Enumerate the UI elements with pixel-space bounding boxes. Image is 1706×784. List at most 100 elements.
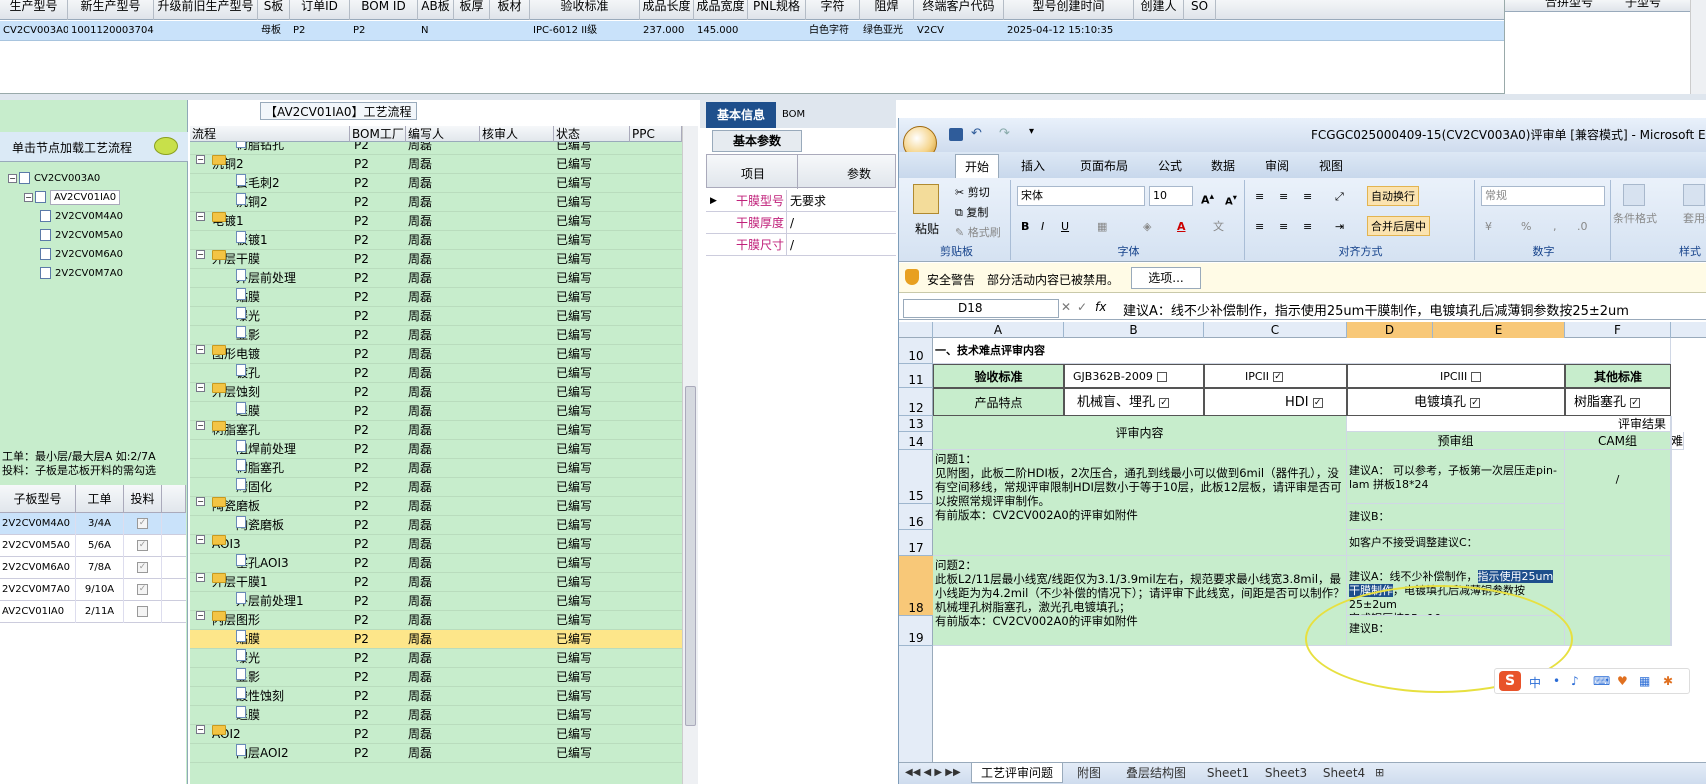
col-header[interactable]: PNL规格 xyxy=(748,0,806,20)
collapse-icon[interactable]: − xyxy=(8,173,17,183)
collapse-icon[interactable]: − xyxy=(196,421,205,430)
std-gjb[interactable]: GJB362B-2009 xyxy=(1064,364,1204,388)
answer-1-cam[interactable]: / xyxy=(1565,450,1671,556)
tree-node[interactable]: − AV2CV01IA0 xyxy=(24,189,121,206)
col-header[interactable]: BOM ID xyxy=(350,0,418,20)
wrap-text-button[interactable]: 自动换行 xyxy=(1367,186,1419,206)
keyboard-icon[interactable]: ⌨ xyxy=(1593,674,1610,688)
process-row[interactable]: 曝光 P2 周磊 已编写 xyxy=(190,649,682,668)
options-button[interactable]: 选项... xyxy=(1131,267,1201,289)
answer-1a[interactable]: 建议A： 可以参考，子板第一次层压走pin-lam 拼板18*24 xyxy=(1347,450,1565,504)
process-row[interactable]: − AOI2 P2 周磊 已编写 xyxy=(190,725,682,744)
font-name-select[interactable]: 宋体 xyxy=(1017,186,1145,206)
sheet-tab[interactable]: 叠层结构图 xyxy=(1115,763,1197,783)
col-header[interactable]: 验收标准 xyxy=(530,0,640,20)
punct-icon[interactable]: • xyxy=(1553,674,1560,688)
grid-cell[interactable] xyxy=(490,21,530,41)
answer-1b[interactable]: 建议B： xyxy=(1347,504,1565,530)
process-row[interactable]: − 外层蚀刻 P2 周磊 已编写 xyxy=(190,383,682,402)
tree-node[interactable]: 2V2CV0M5A0 xyxy=(40,227,123,244)
row-header[interactable]: 15 xyxy=(899,450,933,504)
font-color-icon[interactable]: A xyxy=(1173,216,1190,236)
phonetic-icon[interactable]: 文 xyxy=(1209,216,1228,236)
sheet-tab[interactable]: Sheet3 xyxy=(1259,763,1313,783)
col-header[interactable]: 创建人 xyxy=(1134,0,1184,20)
subboard-row[interactable]: 2V2CV0M6A0 7/8A ✓ xyxy=(0,557,186,579)
collapse-icon[interactable]: − xyxy=(196,535,205,544)
tree-node[interactable]: 2V2CV0M6A0 xyxy=(40,246,123,263)
collapse-icon[interactable]: − xyxy=(196,155,205,164)
grid-cell[interactable]: 145.000 xyxy=(694,21,748,41)
grid-cell[interactable]: N xyxy=(418,21,454,41)
col-header[interactable]: AB板 xyxy=(418,0,454,20)
std-ipc3-checkbox[interactable] xyxy=(1471,372,1482,382)
review-content-header[interactable]: 评审内容 xyxy=(933,416,1347,450)
sheet-tab[interactable]: 工艺评审问题 xyxy=(971,763,1063,783)
grid-cell[interactable] xyxy=(1184,21,1216,41)
ribbon-tab[interactable]: 审阅 xyxy=(1253,154,1301,178)
formula-enter-icon[interactable]: ✓ xyxy=(1077,300,1087,314)
work-order[interactable]: 3/4A xyxy=(76,513,124,535)
grid-cell[interactable]: 白色字符 xyxy=(806,21,860,41)
process-row[interactable]: − AOI3 P2 周磊 已编写 xyxy=(190,535,682,554)
subboard-row[interactable]: AV2CV01IA0 2/11A xyxy=(0,601,186,623)
quick-access-menu-icon[interactable]: ▾ xyxy=(1029,126,1034,137)
copy-button[interactable]: ⧉ 复制 xyxy=(951,202,992,222)
align-bottom-icon[interactable]: ≡ xyxy=(1299,186,1316,206)
grid-cell[interactable]: 绿色亚光 xyxy=(860,21,914,41)
row-header[interactable]: 12 xyxy=(899,388,933,416)
collapse-icon[interactable]: − xyxy=(196,611,205,620)
collapse-icon[interactable]: − xyxy=(196,725,205,734)
column-header[interactable]: B xyxy=(1064,322,1204,338)
pre-review-header[interactable]: 预审组 xyxy=(1347,432,1565,450)
col-header[interactable]: 成品长度 xyxy=(640,0,694,20)
process-row[interactable]: 显影 P2 周磊 已编写 xyxy=(190,326,682,345)
grid-cell[interactable]: 2025-04-12 15:10:35 xyxy=(1004,21,1134,41)
process-scroll-thumb[interactable] xyxy=(685,386,696,726)
tab-basic-info[interactable]: 基本信息 xyxy=(706,102,776,128)
collapse-icon[interactable]: − xyxy=(24,192,33,202)
feature-cell[interactable]: 电镀填孔 ✓ xyxy=(1347,388,1565,416)
work-order[interactable]: 9/10A xyxy=(76,579,124,601)
formula-input[interactable]: 建议A：线不少补偿制作，指示使用25um干膜制作，电镀填孔后减薄铜参数按25±2… xyxy=(1123,300,1706,319)
process-row[interactable]: 塞孔AOI3 P2 周磊 已编写 xyxy=(190,554,682,573)
orientation-icon[interactable]: ⤢ xyxy=(1331,186,1348,206)
column-header[interactable]: D xyxy=(1347,322,1433,338)
process-row[interactable]: − 沉铜2 P2 周磊 已编写 xyxy=(190,155,682,174)
col-header[interactable]: 成品宽度 xyxy=(694,0,748,20)
col-status[interactable]: 状态 xyxy=(554,126,630,142)
align-right-icon[interactable]: ≡ xyxy=(1299,216,1316,236)
difficulty-column[interactable] xyxy=(1671,416,1672,646)
col-header[interactable]: 板材 xyxy=(490,0,530,20)
tab-basic-params[interactable]: 基本参数 xyxy=(712,130,802,152)
grid-cell[interactable] xyxy=(154,21,258,41)
collapse-icon[interactable]: − xyxy=(196,497,205,506)
ribbon-tab[interactable]: 开始 xyxy=(955,154,999,178)
col-header[interactable]: S板 xyxy=(258,0,290,20)
grid-cell[interactable]: P2 xyxy=(290,21,350,41)
row-header[interactable]: 10 xyxy=(899,338,933,364)
col-header[interactable]: 终端客户代码 xyxy=(914,0,1004,20)
formula-cancel-icon[interactable]: ✕ xyxy=(1061,300,1071,314)
toolbox-icon[interactable]: ▦ xyxy=(1639,674,1650,688)
merge-center-button[interactable]: 合并后居中 xyxy=(1367,216,1430,236)
collapse-icon[interactable]: − xyxy=(196,383,205,392)
question-2[interactable]: 问题2： 此板L2/11层最小线宽/线距仅为3.1/3.9mil左右，规范要求最… xyxy=(933,556,1347,646)
redo-icon[interactable]: ↷ xyxy=(999,126,1010,141)
process-row[interactable]: 树脂塞孔 P2 周磊 已编写 xyxy=(190,459,682,478)
ribbon-tab[interactable]: 公式 xyxy=(1147,154,1193,178)
tree-node[interactable]: − CV2CV003A0 xyxy=(8,170,100,187)
grid-cell[interactable]: 10011200037041 xyxy=(68,21,154,41)
top-scrollbar[interactable] xyxy=(1690,0,1706,94)
process-row[interactable]: − 外层干膜1 P2 周磊 已编写 xyxy=(190,573,682,592)
std-ipc2-checkbox[interactable]: ✓ xyxy=(1273,372,1284,382)
column-header[interactable]: C xyxy=(1204,322,1347,338)
difficulty-header[interactable]: 难 xyxy=(1671,432,1685,450)
col-flow[interactable]: 流程 xyxy=(190,126,350,142)
work-order[interactable]: 5/6A xyxy=(76,535,124,557)
col-writer[interactable]: 编写人 xyxy=(406,126,480,142)
feed-checkbox[interactable]: ✓ xyxy=(137,517,148,529)
feed-checkbox[interactable]: ✓ xyxy=(137,583,148,595)
process-row[interactable]: − 电镀1 P2 周磊 已编写 xyxy=(190,212,682,231)
std-gjb-checkbox[interactable] xyxy=(1156,372,1167,382)
